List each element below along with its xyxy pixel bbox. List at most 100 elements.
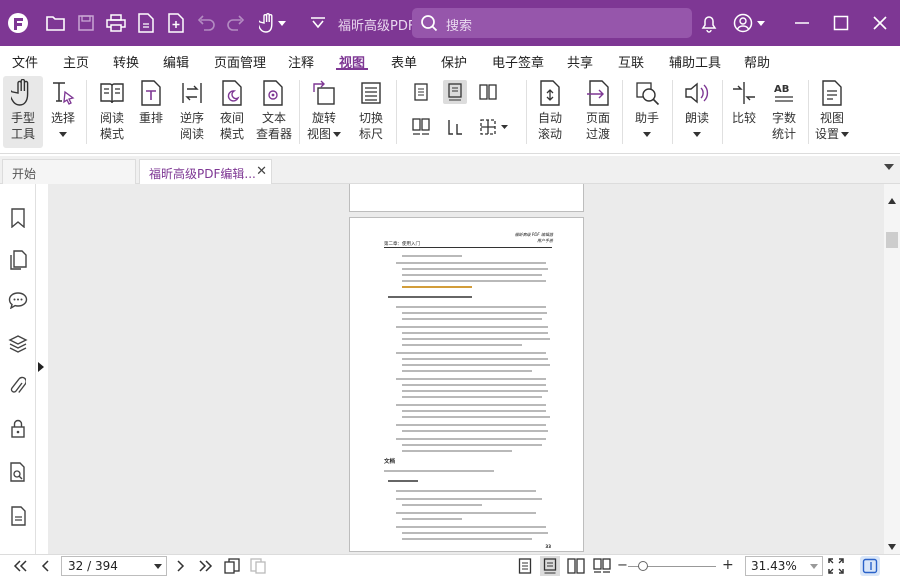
signature-panel-icon[interactable] [6, 460, 30, 484]
open-folder-icon[interactable] [44, 11, 68, 35]
continuous-view-icon[interactable] [540, 556, 560, 576]
save-icon[interactable] [74, 11, 98, 35]
minimize-icon[interactable] [790, 11, 814, 35]
select-button[interactable]: 选择 [46, 76, 80, 148]
two-page-icon[interactable] [476, 80, 500, 104]
account-icon[interactable] [731, 11, 755, 35]
tab-document[interactable]: 福昕高级PDF编辑... ✕ [139, 159, 272, 184]
page-thumbnails-icon[interactable] [6, 248, 30, 272]
menu-comment[interactable]: 注释 [288, 52, 314, 71]
tab-home[interactable]: 开始 [2, 159, 136, 184]
zoom-dropdown-icon[interactable] [810, 564, 818, 569]
reflow-button[interactable]: 重排 [134, 76, 168, 148]
reverse-reading-button[interactable]: 逆序 阅读 [174, 76, 210, 148]
next-page-icon[interactable] [170, 556, 190, 576]
page-dropdown-icon[interactable] [154, 564, 162, 569]
zoom-value: 31.43% [751, 559, 797, 573]
page-transition-button[interactable]: 页面 过渡 [580, 76, 616, 148]
separate-cover-icon[interactable] [443, 115, 467, 139]
continuous-page-icon[interactable] [443, 80, 467, 104]
split-view-icon[interactable] [476, 115, 512, 139]
previous-page-icon[interactable] [36, 556, 56, 576]
layers-icon[interactable] [6, 332, 30, 356]
menu-file[interactable]: 文件 [12, 52, 38, 71]
fullscreen-icon[interactable] [826, 556, 846, 576]
menu-connect[interactable]: 互联 [618, 52, 644, 71]
assistant-dropdown-icon[interactable] [628, 126, 666, 142]
page-number-input[interactable]: 32 / 394 [61, 556, 167, 576]
facing-view-icon[interactable] [566, 556, 586, 576]
rotate-view-button[interactable]: 旋转 视图 [304, 76, 344, 148]
menu-e-signature[interactable]: 电子签章 [492, 52, 544, 71]
zoom-in-icon[interactable]: + [722, 557, 734, 573]
tab-close-icon[interactable]: ✕ [256, 164, 267, 179]
reading-mode-button[interactable]: 阅读 模式 [94, 76, 130, 148]
menu-home[interactable]: 主页 [63, 52, 89, 71]
view-settings-button[interactable]: 视图 设置 [812, 76, 852, 148]
hand-label-1: 手型 [10, 111, 35, 125]
select-dropdown-icon[interactable] [46, 126, 80, 142]
bookmark-icon[interactable] [6, 206, 30, 230]
two-page-continuous-icon[interactable] [409, 115, 433, 139]
zoom-out-icon[interactable]: − [617, 558, 628, 573]
compare-button[interactable]: 比较 [726, 76, 762, 148]
foxit-logo-icon[interactable] [6, 11, 30, 35]
night-mode-button[interactable]: 夜间 模式 [214, 76, 250, 148]
assistant-button[interactable]: 助手 [628, 76, 666, 148]
toggle-ruler-button[interactable]: 切换 标尺 [352, 76, 390, 148]
single-page-view-icon[interactable] [515, 556, 535, 576]
previous-view-icon[interactable] [222, 556, 242, 576]
auto-scroll-button[interactable]: 自动 滚动 [532, 76, 568, 148]
auto-scroll-icon [532, 76, 568, 110]
navigation-sidebar [0, 184, 36, 554]
document-properties-icon[interactable] [6, 504, 30, 528]
tab-list-dropdown-icon[interactable] [884, 164, 894, 170]
new-document-icon[interactable] [164, 11, 188, 35]
zoom-input[interactable]: 31.43% [745, 556, 823, 576]
account-dropdown-icon[interactable] [755, 11, 767, 35]
assistant-label: 助手 [634, 111, 659, 125]
continuous-facing-view-icon[interactable] [592, 556, 612, 576]
search-box[interactable]: 搜索 [412, 8, 692, 38]
menu-help[interactable]: 帮助 [744, 52, 770, 71]
first-page-icon[interactable] [10, 556, 30, 576]
menu-edit[interactable]: 编辑 [163, 52, 189, 71]
undo-icon[interactable] [194, 11, 218, 35]
zoom-slider[interactable] [628, 561, 716, 571]
status-bar: 32 / 394 − + 31.43% [0, 554, 900, 577]
word-count-button[interactable]: AB 字数 统计 [766, 76, 802, 148]
read-aloud-button[interactable]: 朗读 [678, 76, 716, 148]
customize-toolbar-icon[interactable] [306, 11, 330, 35]
menu-protect[interactable]: 保护 [441, 52, 467, 71]
zoom-slider-knob[interactable] [638, 561, 648, 571]
next-view-icon[interactable] [248, 556, 268, 576]
read-aloud-dropdown-icon[interactable] [678, 126, 716, 142]
menu-page-management[interactable]: 页面管理 [214, 52, 266, 71]
security-lock-icon[interactable] [6, 416, 30, 440]
bell-icon[interactable] [697, 11, 721, 35]
close-icon[interactable] [868, 11, 892, 35]
comments-icon[interactable] [6, 288, 30, 312]
print-icon[interactable] [104, 11, 128, 35]
last-page-icon[interactable] [196, 556, 216, 576]
text-viewer-button[interactable]: 文本 查看器 [254, 76, 294, 148]
menu-form[interactable]: 表单 [391, 52, 417, 71]
vertical-scrollbar[interactable] [884, 184, 900, 554]
maximize-icon[interactable] [829, 11, 853, 35]
night-mode-icon [214, 76, 250, 110]
scroll-up-arrow-icon[interactable] [888, 198, 896, 204]
hand-tool-button[interactable]: 手型 工具 [3, 76, 43, 148]
create-pdf-icon[interactable] [134, 11, 158, 35]
document-viewer[interactable]: 福昕高级 PDF 编辑器 用户手册 第二章：使用入门 文档 33 [48, 184, 884, 554]
dropdown-arrow-icon[interactable] [276, 11, 288, 35]
redo-icon[interactable] [224, 11, 248, 35]
scroll-down-arrow-icon[interactable] [888, 544, 896, 550]
reading-panel-icon[interactable] [860, 556, 880, 576]
menu-share[interactable]: 共享 [567, 52, 593, 71]
sidebar-expand-icon[interactable] [38, 362, 44, 372]
menu-convert[interactable]: 转换 [113, 52, 139, 71]
scrollbar-thumb[interactable] [886, 232, 898, 248]
attachment-icon[interactable] [6, 374, 30, 398]
single-page-icon[interactable] [409, 80, 433, 104]
menu-accessibility[interactable]: 辅助工具 [669, 52, 721, 71]
